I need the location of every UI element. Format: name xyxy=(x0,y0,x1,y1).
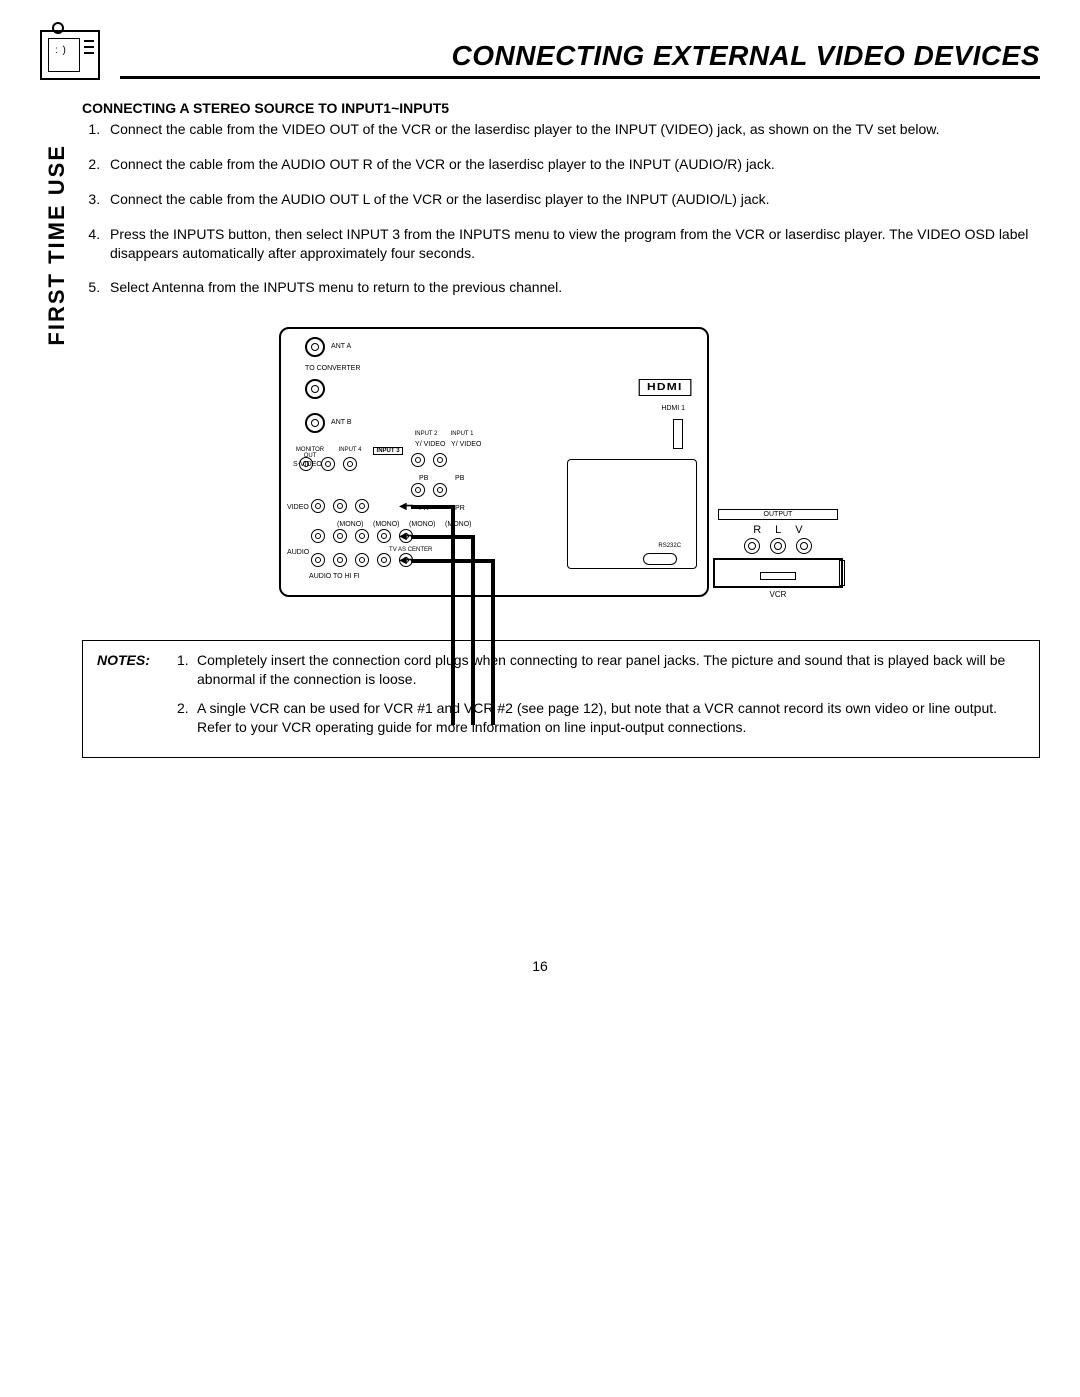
step-item: Select Antenna from the INPUTS menu to r… xyxy=(104,278,1040,297)
step-item: Connect the cable from the VIDEO OUT of … xyxy=(104,120,1040,139)
label-rs232c: RS232C xyxy=(658,543,681,549)
label-mono: (MONO) xyxy=(409,521,435,528)
label-ant-a: ANT A xyxy=(331,343,351,350)
label-y-video: Y/ VIDEO xyxy=(415,441,445,448)
step-item: Connect the cable from the AUDIO OUT L o… xyxy=(104,190,1040,209)
note-number: 1. xyxy=(177,651,197,689)
label-to-converter: TO CONVERTER xyxy=(305,365,360,372)
vcr-device: OUTPUT R L V VCR xyxy=(713,509,843,599)
hdmi-slot-icon xyxy=(673,419,683,449)
label-mono: (MONO) xyxy=(373,521,399,528)
steps-list: Connect the cable from the VIDEO OUT of … xyxy=(82,120,1040,297)
note-text: Completely insert the connection cord pl… xyxy=(197,651,1025,689)
rs232-port-icon xyxy=(643,553,677,565)
note-number: 2. xyxy=(177,699,197,737)
note-text: A single VCR can be used for VCR #1 and … xyxy=(197,699,1025,737)
connection-diagram: ANT A TO CONVERTER ANT B HDMI HDMI 1 MON… xyxy=(82,327,1040,600)
label-input4: INPUT 4 xyxy=(335,447,365,453)
label-video-row: VIDEO xyxy=(287,504,309,511)
section-subhead: CONNECTING A STEREO SOURCE TO INPUT1~INP… xyxy=(82,100,1040,116)
label-pr: PR xyxy=(455,505,465,512)
label-audio-row: AUDIO xyxy=(287,549,309,556)
label-input2: INPUT 2 xyxy=(411,431,441,437)
tv-icon xyxy=(40,30,100,80)
label-r: R xyxy=(753,524,761,536)
label-pb: PB xyxy=(455,475,464,482)
step-item: Connect the cable from the AUDIO OUT R o… xyxy=(104,155,1040,174)
rca-jack-icon xyxy=(770,538,786,554)
page-number: 16 xyxy=(40,958,1040,974)
page-header: CONNECTING EXTERNAL VIDEO DEVICES xyxy=(40,30,1040,80)
step-item: Press the INPUTS button, then select INP… xyxy=(104,225,1040,263)
label-y-video: Y/ VIDEO xyxy=(451,441,481,448)
label-vcr: VCR xyxy=(713,590,843,599)
label-l: L xyxy=(775,524,781,536)
label-ant-b: ANT B xyxy=(331,419,352,426)
label-mono: (MONO) xyxy=(337,521,363,528)
rca-jack-icon xyxy=(744,538,760,554)
page-title: CONNECTING EXTERNAL VIDEO DEVICES xyxy=(120,40,1040,79)
label-input1: INPUT 1 xyxy=(447,431,477,437)
label-input3: INPUT 3 xyxy=(373,447,403,455)
notes-box: NOTES: 1. Completely insert the connecti… xyxy=(82,640,1040,758)
vcr-icon xyxy=(713,558,843,588)
label-mono: (MONO) xyxy=(445,521,471,528)
rca-jack-icon xyxy=(796,538,812,554)
label-pb: PB xyxy=(419,475,428,482)
label-audio-hifi: AUDIO TO HI FI xyxy=(309,573,360,580)
label-v: V xyxy=(795,524,802,536)
label-tv-as-center: TV AS CENTER xyxy=(389,547,432,553)
label-hdmi1: HDMI 1 xyxy=(661,405,685,412)
hdmi-logo: HDMI xyxy=(639,379,691,396)
content-row: FIRST TIME USE CONNECTING A STEREO SOURC… xyxy=(40,100,1040,758)
notes-label: NOTES: xyxy=(97,651,177,689)
section-side-label: FIRST TIME USE xyxy=(40,140,74,350)
label-output: OUTPUT xyxy=(718,509,838,520)
